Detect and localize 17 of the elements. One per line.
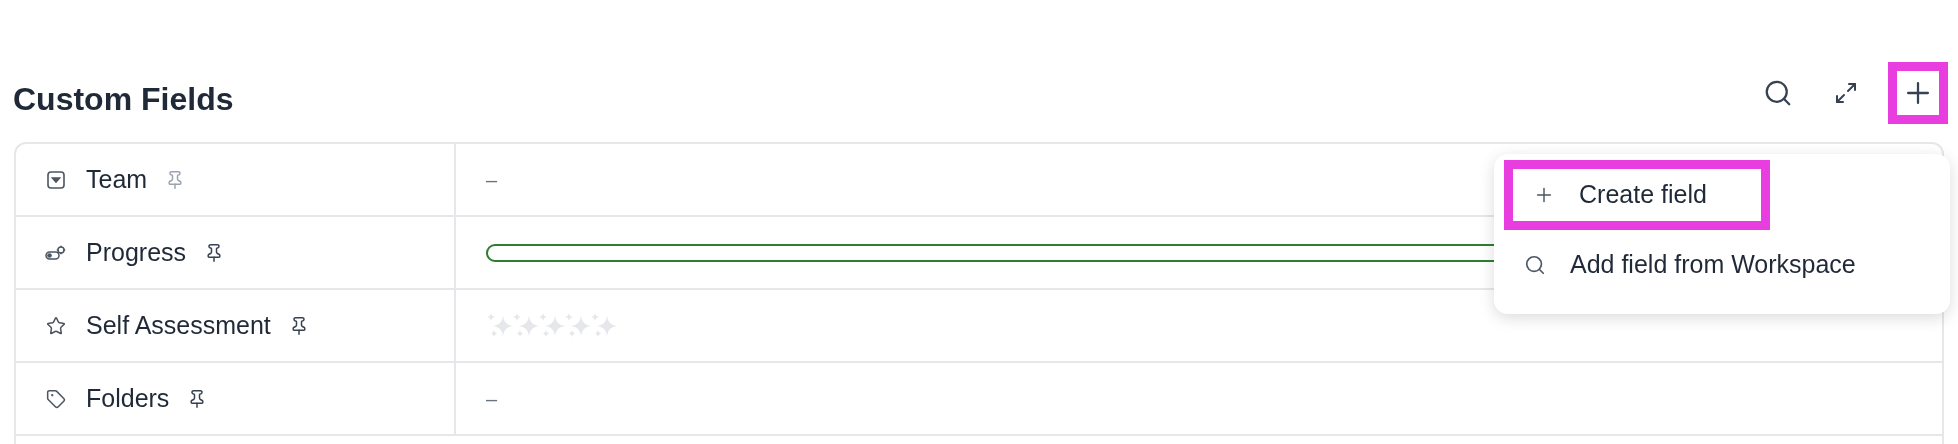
- field-name: Team: [86, 163, 148, 195]
- field-name: Folders: [86, 382, 170, 414]
- star-icon: [46, 315, 66, 336]
- section-title: Custom Fields: [13, 80, 234, 119]
- add-button[interactable]: [1888, 62, 1948, 124]
- field-name: Self Assessment: [86, 309, 271, 341]
- dropdown-icon: [46, 169, 66, 190]
- field-name: Progress: [86, 236, 187, 268]
- expand-icon: [1834, 81, 1858, 105]
- toggle-gear-icon: [45, 244, 67, 261]
- empty-value: –: [486, 167, 498, 193]
- menu-item[interactable]: Create field: [1504, 160, 1770, 230]
- empty-value: –: [486, 386, 498, 412]
- search-icon: [1763, 78, 1793, 108]
- menu-item[interactable]: Add field from Workspace: [1504, 230, 1940, 300]
- search-icon: [1524, 254, 1546, 276]
- tag-icon: [46, 388, 66, 409]
